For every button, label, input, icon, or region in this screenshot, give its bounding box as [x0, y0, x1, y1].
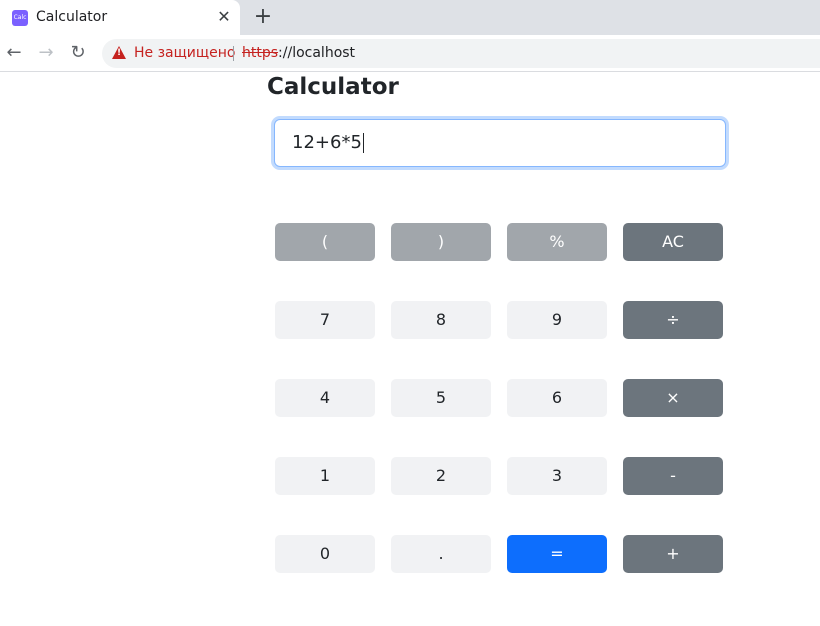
expression-value: 12+6*5 — [292, 132, 362, 153]
digit-3-button[interactable]: 3 — [507, 457, 607, 495]
new-tab-icon[interactable]: + — [252, 6, 274, 28]
digit-1-button[interactable]: 1 — [275, 457, 375, 495]
browser-tab[interactable]: Calc Calculator ✕ — [0, 0, 240, 35]
page-title: Calculator — [267, 74, 399, 100]
omnibox-divider — [233, 46, 234, 61]
percent-button[interactable]: % — [507, 223, 607, 261]
open-paren-button[interactable]: ( — [275, 223, 375, 261]
digit-4-button[interactable]: 4 — [275, 379, 375, 417]
url-text[interactable]: https://localhost — [242, 45, 355, 61]
text-caret — [362, 133, 364, 153]
digit-2-button[interactable]: 2 — [391, 457, 491, 495]
back-arrow-icon[interactable]: ← — [4, 43, 24, 63]
warning-icon[interactable] — [112, 46, 126, 59]
multiply-button[interactable]: × — [623, 379, 723, 417]
expression-input[interactable]: 12+6*5 — [274, 119, 726, 167]
digit-8-button[interactable]: 8 — [391, 301, 491, 339]
divide-button[interactable]: ÷ — [623, 301, 723, 339]
forward-arrow-icon[interactable]: → — [36, 43, 56, 63]
digit-5-button[interactable]: 5 — [391, 379, 491, 417]
digit-9-button[interactable]: 9 — [507, 301, 607, 339]
digit-0-button[interactable]: 0 — [275, 535, 375, 573]
digit-7-button[interactable]: 7 — [275, 301, 375, 339]
plus-button[interactable]: + — [623, 535, 723, 573]
favicon-icon: Calc — [12, 10, 28, 26]
address-bar[interactable]: Не защищено https://localhost — [102, 39, 820, 68]
close-tab-icon[interactable]: ✕ — [216, 9, 232, 25]
equals-button[interactable]: = — [507, 535, 607, 573]
url-scheme: https — [242, 45, 279, 61]
security-status[interactable]: Не защищено — [134, 45, 235, 61]
url-host: ://localhost — [278, 45, 356, 61]
tab-title: Calculator — [36, 9, 108, 25]
close-paren-button[interactable]: ) — [391, 223, 491, 261]
clear-button[interactable]: AC — [623, 223, 723, 261]
decimal-point-button[interactable]: . — [391, 535, 491, 573]
tab-strip: Calc Calculator ✕ + — [0, 0, 820, 35]
digit-6-button[interactable]: 6 — [507, 379, 607, 417]
browser-toolbar: ← → ↻ Не защищено https://localhost — [0, 35, 820, 72]
minus-button[interactable]: - — [623, 457, 723, 495]
reload-icon[interactable]: ↻ — [68, 43, 88, 63]
